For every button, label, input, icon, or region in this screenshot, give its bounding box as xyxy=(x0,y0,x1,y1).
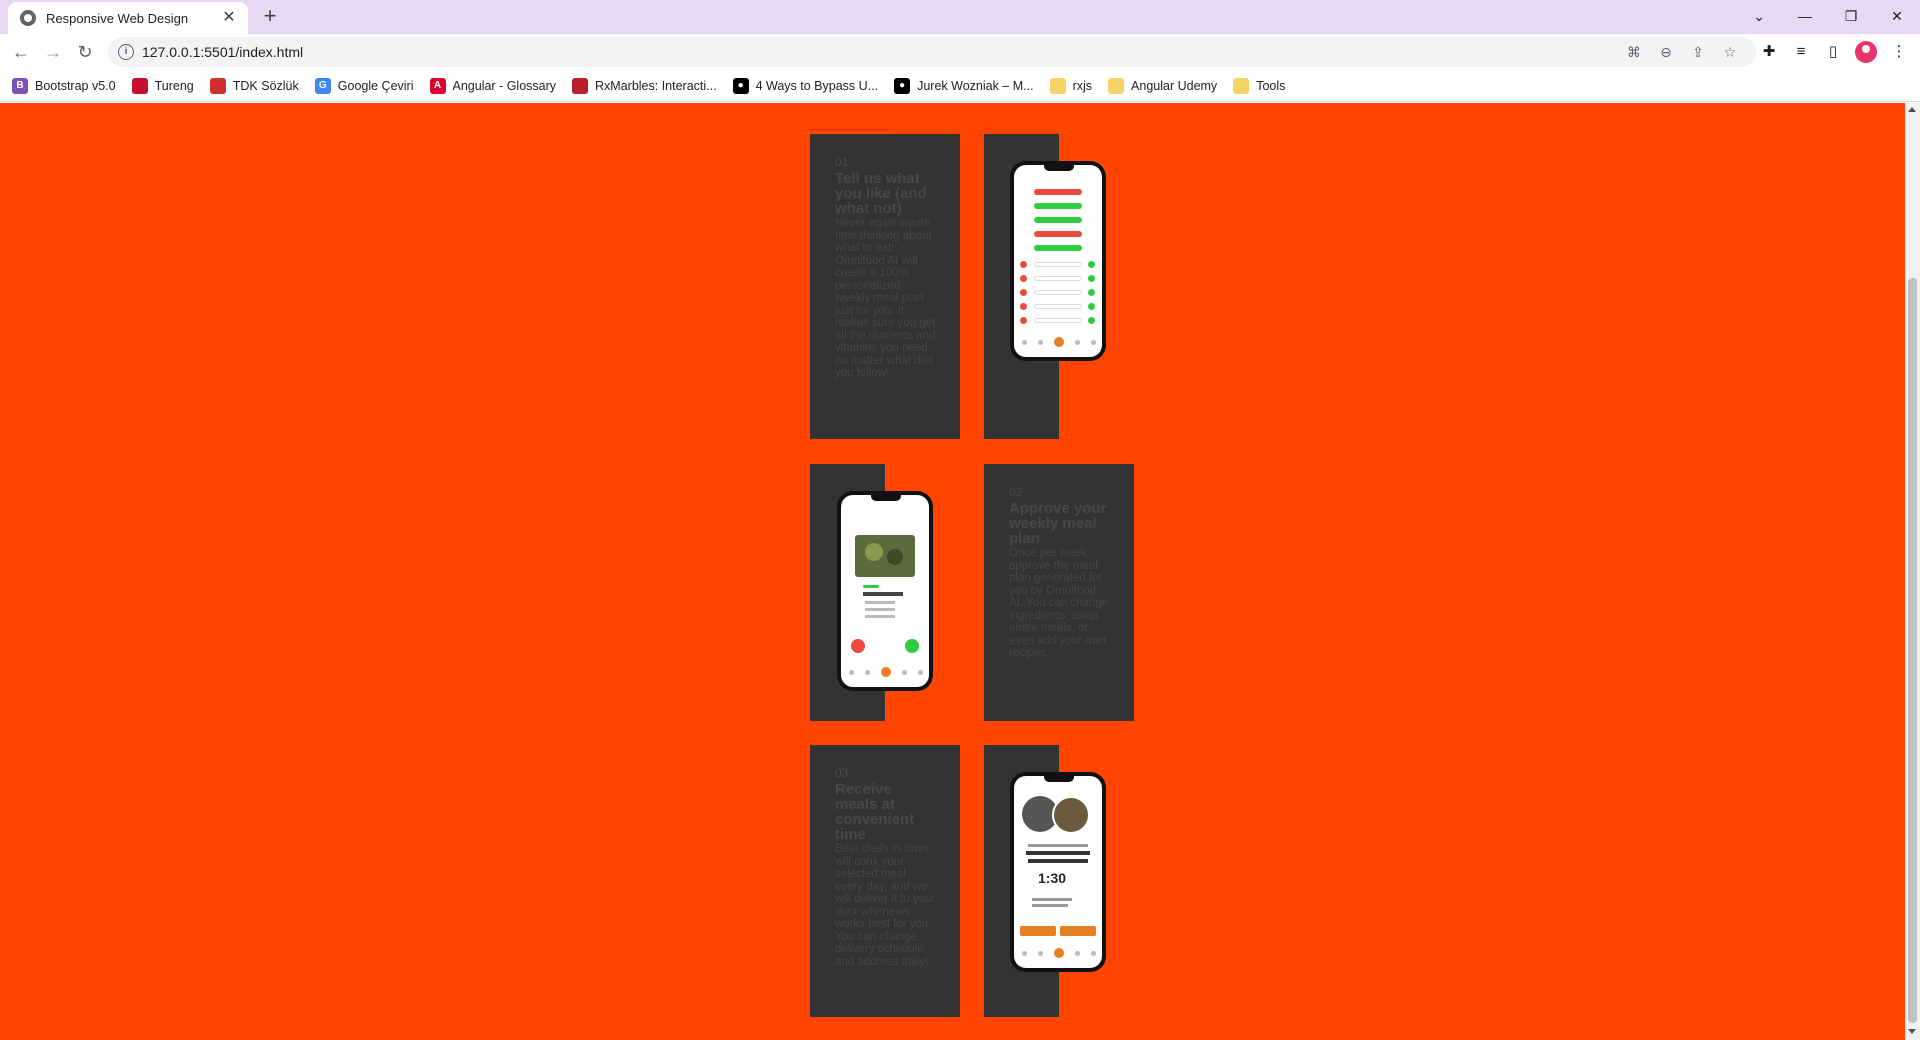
forward-arrow-icon[interactable]: → xyxy=(40,39,66,65)
step-3-number: 03 xyxy=(835,766,849,780)
folder-icon xyxy=(1108,77,1125,94)
tab-search-chevron-icon[interactable]: ⌄ xyxy=(1744,4,1774,28)
address-bar[interactable]: i 127.0.0.1:5501/index.html ⌘ ⊖ ⇪ ☆ xyxy=(108,37,1756,67)
step-2-text-card: 02 Approve your weekly meal plan Once pe… xyxy=(984,464,1134,721)
bookmark-label: rxjs xyxy=(1072,78,1093,93)
bookmark-item[interactable]: rxjs xyxy=(1049,77,1093,94)
step-2-image-card xyxy=(810,464,933,721)
page-scrollbar[interactable] xyxy=(1905,103,1920,1040)
bookmark-item[interactable]: ● 4 Ways to Bypass U... xyxy=(732,77,879,94)
step-1-image-card xyxy=(984,134,1106,439)
extensions-icon[interactable]: ✚ xyxy=(1757,40,1781,64)
angular-icon: A xyxy=(429,77,446,94)
bookmark-star-icon[interactable]: ☆ xyxy=(1720,42,1740,62)
bookmark-label: Tureng xyxy=(154,78,194,93)
site-info-icon[interactable]: i xyxy=(118,44,134,60)
tureng-icon xyxy=(131,77,148,94)
translate-icon[interactable]: ⌘ xyxy=(1624,42,1644,62)
bookmark-label: Jurek Wozniak – M... xyxy=(917,78,1034,93)
scroll-up-arrow-icon[interactable] xyxy=(1908,107,1916,112)
rxmarbles-icon xyxy=(572,77,589,94)
bookmark-item[interactable]: TDK Sözlük xyxy=(209,77,299,94)
reload-icon[interactable]: ↻ xyxy=(72,39,98,65)
step-1-title: Tell us what you like (and what not) xyxy=(835,170,927,217)
step-1-text-card: 01 Tell us what you like (and what not) … xyxy=(810,134,960,439)
folder-icon xyxy=(1233,77,1250,94)
delivery-time: 1:30 xyxy=(1038,870,1067,886)
minimize-button[interactable]: — xyxy=(1790,4,1820,28)
browser-tab[interactable]: Responsive Web Design ✕ xyxy=(8,2,248,34)
bookmark-item[interactable]: Tureng xyxy=(131,77,194,94)
bookmark-label: TDK Sözlük xyxy=(232,78,299,93)
globe-icon xyxy=(20,10,36,26)
bookmark-label: Tools xyxy=(1256,78,1286,93)
bookmark-item[interactable]: ● Jurek Wozniak – M... xyxy=(894,77,1034,94)
browser-toolbar: ← → ↻ i 127.0.0.1:5501/index.html ⌘ ⊖ ⇪ … xyxy=(0,34,1920,70)
google-translate-icon: G xyxy=(314,77,331,94)
step-3-title: Receive meals at convenient time xyxy=(835,781,915,843)
bookmark-item[interactable]: A Angular - Glossary xyxy=(429,77,557,94)
step-1-number: 01 xyxy=(835,155,849,169)
media-control-icon[interactable]: ≡ xyxy=(1789,40,1813,64)
bookmark-label: Google Çeviri xyxy=(337,78,414,93)
step-3-image-card: 1:30 xyxy=(984,745,1106,1017)
app-screen-preferences-image xyxy=(1010,161,1106,361)
medium-icon: ● xyxy=(732,77,749,94)
new-tab-button[interactable]: + xyxy=(258,5,282,29)
share-icon[interactable]: ⇪ xyxy=(1688,42,1708,62)
bookmark-label: Bootstrap v5.0 xyxy=(35,78,116,93)
bookmark-item[interactable]: G Google Çeviri xyxy=(314,77,414,94)
step-2-title: Approve your weekly meal plan xyxy=(1009,500,1107,547)
step-2-number: 02 xyxy=(1009,485,1023,499)
bookmark-item[interactable]: Angular Udemy xyxy=(1108,77,1218,94)
app-screen-delivery-image: 1:30 xyxy=(1010,772,1106,972)
tdk-icon xyxy=(209,77,226,94)
medium-icon: ● xyxy=(894,77,911,94)
bookmarks-bar: B Bootstrap v5.0 Tureng TDK Sözlük G Google Ç… xyxy=(0,70,1920,102)
step-1-description: Never again waste time thinking about wh… xyxy=(835,217,936,379)
restore-button[interactable]: ❐ xyxy=(1836,4,1866,28)
side-panel-icon[interactable]: ▯ xyxy=(1821,40,1845,64)
step-2-description: Once per week, approve the meal plan gen… xyxy=(1009,547,1109,659)
profile-avatar[interactable] xyxy=(1855,41,1877,63)
scrollbar-thumb[interactable] xyxy=(1908,278,1917,1023)
menu-kebab-icon[interactable]: ⋮ xyxy=(1887,40,1911,64)
zoom-icon[interactable]: ⊖ xyxy=(1656,42,1676,62)
step-3-description: Best chefs in town will cook your select… xyxy=(835,843,936,968)
bookmark-item[interactable]: Tools xyxy=(1233,77,1286,94)
bootstrap-icon: B xyxy=(12,77,28,94)
bookmark-label: Angular - Glossary xyxy=(452,78,557,93)
bookmark-label: 4 Ways to Bypass U... xyxy=(755,78,879,93)
close-window-button[interactable]: ✕ xyxy=(1882,4,1912,28)
folder-icon xyxy=(1049,77,1066,94)
back-arrow-icon[interactable]: ← xyxy=(8,39,34,65)
bookmark-item[interactable]: RxMarbles: Interacti... xyxy=(572,77,717,94)
tab-strip: Responsive Web Design ✕ + ⌄ — ❐ ✕ xyxy=(0,0,1920,34)
bookmark-item[interactable]: B Bootstrap v5.0 xyxy=(12,77,116,94)
step-3-text-card: 03 Receive meals at convenient time Best… xyxy=(810,745,960,1017)
bookmark-label: RxMarbles: Interacti... xyxy=(595,78,717,93)
url-text: 127.0.0.1:5501/index.html xyxy=(142,44,304,60)
close-tab-icon[interactable]: ✕ xyxy=(220,9,238,27)
divider xyxy=(808,129,888,131)
scroll-down-arrow-icon[interactable] xyxy=(1908,1029,1916,1034)
page-viewport: 01 Tell us what you like (and what not) … xyxy=(0,103,1905,1040)
tab-title: Responsive Web Design xyxy=(46,10,189,26)
bookmark-label: Angular Udemy xyxy=(1131,78,1218,93)
app-screen-meal-plan-image xyxy=(837,491,933,691)
